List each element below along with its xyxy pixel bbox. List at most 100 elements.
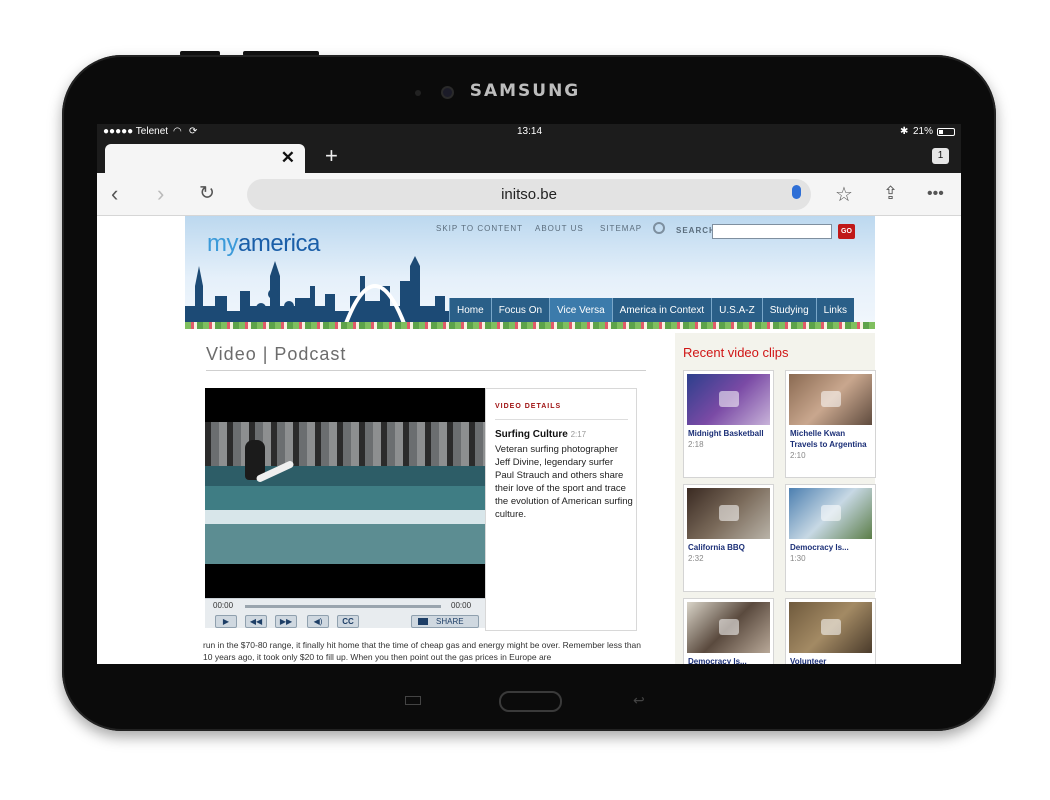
nav-home[interactable]: Home xyxy=(449,298,491,323)
play-icon xyxy=(821,505,841,521)
rewind-button[interactable]: ◀◀ xyxy=(245,615,267,628)
article-text: run in the $70-80 range, it finally hit … xyxy=(203,640,642,662)
clip-thumbnail[interactable] xyxy=(687,374,770,425)
video-duration: 2:17 xyxy=(570,430,587,439)
new-tab-icon[interactable]: + xyxy=(325,143,338,169)
reload-icon[interactable]: ↻ xyxy=(199,182,215,205)
clip-title[interactable]: Volunteer xyxy=(790,656,874,664)
seek-bar[interactable] xyxy=(245,605,441,608)
video-title: Surfing Culture 2:17 xyxy=(495,429,586,440)
volume-button[interactable]: ◀) xyxy=(307,615,329,628)
nav-links[interactable]: Links xyxy=(815,298,854,323)
clip-title[interactable]: Michelle Kwan Travels to Argentina 2:10 xyxy=(790,428,874,461)
logo-my: my xyxy=(207,230,239,257)
clip-thumbnail[interactable] xyxy=(687,602,770,653)
search-label: SEARCH xyxy=(676,226,716,235)
clip-card[interactable]: Volunteer xyxy=(785,598,876,664)
main-nav: Home Focus On Vice Versa America in Cont… xyxy=(449,298,854,323)
status-bar: ●●●●● Telenet ◠ ⟳ 13:14 ✱ 21% xyxy=(97,124,961,140)
city-skyline-illustration xyxy=(185,256,455,326)
star-icon[interactable]: ☆ xyxy=(835,182,853,207)
clip-title-text: California BBQ xyxy=(688,543,745,552)
clip-title-text: Michelle Kwan Travels to Argentina xyxy=(790,429,867,449)
clip-title[interactable]: Democracy Is... xyxy=(688,656,772,664)
clip-thumbnail[interactable] xyxy=(687,488,770,539)
web-page: myamerica SKIP TO CONTENT ABOUT US SITEM… xyxy=(97,216,961,664)
browser-toolbar: ‹ › ↻ initso.be ☆ ⇪ ••• xyxy=(97,173,961,216)
clip-thumbnail[interactable] xyxy=(789,374,872,425)
clip-card[interactable]: Democracy Is... 1:30 xyxy=(785,484,876,592)
share-icon[interactable]: ⇪ xyxy=(883,183,898,204)
about-us-link[interactable]: ABOUT US xyxy=(535,224,584,233)
search-input[interactable] xyxy=(712,224,832,239)
current-time: 00:00 xyxy=(213,601,234,610)
play-button[interactable]: ▶ xyxy=(215,615,237,628)
play-icon xyxy=(821,391,841,407)
clip-title-text: Democracy Is... xyxy=(790,543,849,552)
clip-title[interactable]: California BBQ 2:32 xyxy=(688,542,772,564)
clip-duration: 1:30 xyxy=(790,554,806,563)
clip-title[interactable]: Midnight Basketball 2:18 xyxy=(688,428,772,450)
video-description: Veteran surfing photographer Jeff Divine… xyxy=(495,444,633,520)
details-divider xyxy=(495,419,628,420)
device-brand: SAMSUNG xyxy=(469,81,581,101)
video-player[interactable]: 00:00 00:00 ▶ ◀◀ ▶▶ ◀) CC SHARE xyxy=(205,388,485,628)
back-icon[interactable]: ‹ xyxy=(111,181,118,207)
myamerica-site: myamerica SKIP TO CONTENT ABOUT US SITEM… xyxy=(185,216,876,664)
clip-card[interactable]: Midnight Basketball 2:18 xyxy=(683,370,774,478)
clip-duration: 2:18 xyxy=(688,440,704,449)
forward-icon[interactable]: › xyxy=(157,181,164,207)
browser-tab[interactable]: ✕ xyxy=(105,144,305,173)
site-header: myamerica SKIP TO CONTENT ABOUT US SITEM… xyxy=(185,216,875,329)
nav-vice-versa[interactable]: Vice Versa xyxy=(549,298,612,323)
player-controls: 00:00 00:00 ▶ ◀◀ ▶▶ ◀) CC SHARE xyxy=(205,598,485,628)
battery-percent: 21% xyxy=(913,126,934,137)
bluetooth-icon: ✱ xyxy=(900,126,909,137)
total-time: 00:00 xyxy=(451,601,472,610)
play-icon xyxy=(719,619,739,635)
sitemap-link[interactable]: SITEMAP xyxy=(600,224,642,233)
clock: 13:14 xyxy=(517,126,543,137)
close-tab-icon[interactable]: ✕ xyxy=(281,148,295,168)
clip-thumbnail[interactable] xyxy=(789,602,872,653)
clip-title-text: Midnight Basketball xyxy=(688,429,764,438)
cc-button[interactable]: CC xyxy=(337,615,359,628)
skip-to-content-link[interactable]: SKIP TO CONTENT xyxy=(436,224,523,233)
sync-icon: ⟳ xyxy=(189,126,198,137)
search-go-button[interactable]: GO xyxy=(838,224,855,239)
clip-card[interactable]: Michelle Kwan Travels to Argentina 2:10 xyxy=(785,370,876,478)
play-icon xyxy=(719,391,739,407)
tab-count-badge[interactable]: 1 xyxy=(932,148,949,164)
clip-card[interactable]: Democracy Is... xyxy=(683,598,774,664)
fast-forward-button[interactable]: ▶▶ xyxy=(275,615,297,628)
clip-thumbnail[interactable] xyxy=(789,488,872,539)
clip-duration: 2:10 xyxy=(790,451,806,460)
url-text: initso.be xyxy=(501,186,557,203)
more-icon[interactable]: ••• xyxy=(927,185,944,203)
home-button xyxy=(499,691,562,712)
video-details-panel: VIDEO DETAILS Surfing Culture 2:17 Veter… xyxy=(485,388,637,631)
front-camera-icon xyxy=(441,86,454,99)
title-divider xyxy=(206,370,646,371)
clip-card[interactable]: California BBQ 2:32 xyxy=(683,484,774,592)
site-logo[interactable]: myamerica xyxy=(207,230,320,258)
page-title: Video | Podcast xyxy=(206,344,347,364)
nav-focus-on[interactable]: Focus On xyxy=(490,298,549,323)
back-key-icon: ↩ xyxy=(633,692,645,708)
mic-icon[interactable] xyxy=(792,185,801,199)
nav-america-in-context[interactable]: America in Context xyxy=(611,298,711,323)
clip-title[interactable]: Democracy Is... 1:30 xyxy=(790,542,874,564)
nav-studying[interactable]: Studying xyxy=(761,298,816,323)
address-bar[interactable]: initso.be xyxy=(247,179,811,210)
nav-usa-z[interactable]: U.S.A-Z xyxy=(711,298,762,323)
tablet-screen: ●●●●● Telenet ◠ ⟳ 13:14 ✱ 21% ✕ + 1 ‹ › … xyxy=(97,124,961,664)
sensor-icon xyxy=(415,90,421,96)
share-label: SHARE xyxy=(436,617,464,626)
share-button[interactable]: SHARE xyxy=(411,615,479,628)
logo-america: america xyxy=(238,230,320,257)
clip-duration: 2:32 xyxy=(688,554,704,563)
play-icon xyxy=(719,505,739,521)
video-title-text: Surfing Culture xyxy=(495,429,568,440)
search-icon xyxy=(653,222,665,234)
recent-clips-heading: Recent video clips xyxy=(683,345,789,360)
